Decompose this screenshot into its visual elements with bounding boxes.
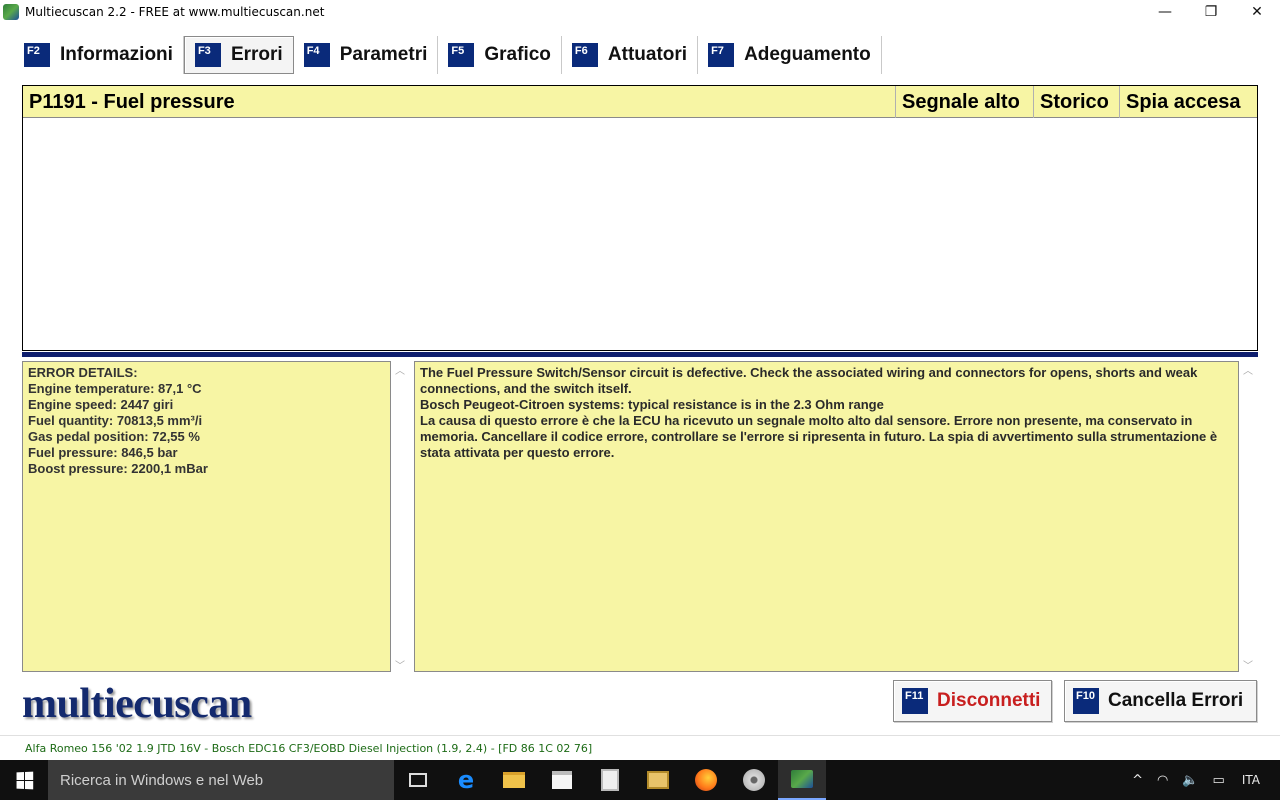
app-icon <box>3 4 19 20</box>
file-explorer-icon[interactable] <box>490 760 538 800</box>
detail-line: Boost pressure: 2200,1 mBar <box>28 461 208 476</box>
error-table: P1191 - Fuel pressure Segnale alto Stori… <box>22 85 1258 351</box>
multiecuscan-icon[interactable] <box>778 760 826 800</box>
taskbar: Ricerca in Windows e nel Web e ^ ◠ 🔈 ▭ I… <box>0 760 1280 800</box>
minimize-button[interactable]: — <box>1142 0 1188 24</box>
tab-informazioni[interactable]: F2 Informazioni <box>14 36 184 74</box>
clear-errors-label: Cancella Errori <box>1108 690 1244 711</box>
disc-icon[interactable] <box>730 760 778 800</box>
disconnect-button[interactable]: F11 Disconnetti <box>893 680 1052 722</box>
fkey-badge: F3 <box>194 43 221 67</box>
error-code-cell: P1191 - Fuel pressure <box>23 86 896 118</box>
details-heading: ERROR DETAILS: <box>28 365 138 380</box>
volume-icon[interactable]: 🔈 <box>1175 773 1205 788</box>
tab-adeguamento[interactable]: F7 Adeguamento <box>698 36 882 74</box>
detail-line: Engine speed: 2447 giri <box>28 397 174 412</box>
clear-errors-button[interactable]: F10 Cancella Errori <box>1064 680 1257 722</box>
language-indicator[interactable]: ITA <box>1232 773 1280 787</box>
system-tray: ^ ◠ 🔈 ▭ ITA <box>1125 760 1280 800</box>
fkey-badge: F7 <box>708 43 735 67</box>
description-line: La causa di questo errore è che la ECU h… <box>420 413 1218 460</box>
fkey-badge: F2 <box>24 43 50 67</box>
error-row[interactable]: P1191 - Fuel pressure Segnale alto Stori… <box>23 86 1257 118</box>
taskbar-search[interactable]: Ricerca in Windows e nel Web <box>48 760 394 800</box>
column-storico: Storico <box>1034 86 1120 118</box>
tab-parametri[interactable]: F4 Parametri <box>294 36 439 74</box>
title-bar: Multiecuscan 2.2 - FREE at www.multiecus… <box>0 0 1280 24</box>
store-icon[interactable] <box>538 760 586 800</box>
tab-label: Adeguamento <box>744 44 871 65</box>
maximize-button[interactable]: ❐ <box>1188 0 1234 24</box>
notifications-icon[interactable]: ▭ <box>1206 773 1232 788</box>
fkey-badge: F4 <box>303 43 330 67</box>
scroll-down-icon[interactable]: ﹀ <box>1243 657 1253 672</box>
column-spia-accesa: Spia accesa <box>1126 90 1241 113</box>
task-view-icon[interactable] <box>394 760 442 800</box>
tab-label: Errori <box>230 44 283 65</box>
tab-bar: F2 Informazioni F3 Errori F4 Parametri F… <box>14 36 882 74</box>
fkey-badge: F10 <box>1073 688 1099 714</box>
tab-label: Grafico <box>484 44 551 65</box>
disconnect-label: Disconnetti <box>937 690 1041 711</box>
tab-label: Informazioni <box>60 44 173 65</box>
calculator-icon[interactable] <box>586 760 634 800</box>
tab-attuatori[interactable]: F6 Attuatori <box>562 36 699 74</box>
scroll-up-icon[interactable]: ︿ <box>1243 362 1253 377</box>
close-button[interactable]: ✕ <box>1234 0 1280 24</box>
splitter[interactable] <box>22 352 1258 357</box>
description-line: The Fuel Pressure Switch/Sensor circuit … <box>420 365 1198 396</box>
error-details-panel: ERROR DETAILS: Engine temperature: 87,1 … <box>22 361 391 672</box>
scroll-up-icon[interactable]: ︿ <box>395 362 405 377</box>
window-controls: — ❐ ✕ <box>1142 0 1280 24</box>
chevron-up-icon[interactable]: ^ <box>1125 773 1150 788</box>
fkey-badge: F11 <box>902 688 928 714</box>
detail-line: Fuel pressure: 846,5 bar <box>28 445 178 460</box>
tab-label: Parametri <box>339 44 428 65</box>
edge-icon[interactable]: e <box>442 760 490 800</box>
status-bar: Alfa Romeo 156 '02 1.9 JTD 16V - Bosch E… <box>0 735 1280 760</box>
detail-line: Fuel quantity: 70813,5 mm³/i <box>28 413 203 428</box>
vehicle-status: Alfa Romeo 156 '02 1.9 JTD 16V - Bosch E… <box>25 741 593 755</box>
window-title: Multiecuscan 2.2 - FREE at www.multiecus… <box>25 5 325 19</box>
fkey-badge: F5 <box>448 43 475 67</box>
detail-line: Engine temperature: 87,1 °C <box>28 381 202 396</box>
network-icon[interactable]: ◠ <box>1150 773 1175 788</box>
tab-grafico[interactable]: F5 Grafico <box>438 36 562 74</box>
fkey-badge: F6 <box>571 43 598 67</box>
scroll-down-icon[interactable]: ﹀ <box>395 657 405 672</box>
start-button[interactable] <box>0 760 48 800</box>
tab-errori[interactable]: F3 Errori <box>183 36 294 74</box>
windows-logo-icon <box>16 771 33 789</box>
column-segnale-alto: Segnale alto <box>896 86 1034 118</box>
description-line: Bosch Peugeot-Citroen systems: typical r… <box>420 397 884 412</box>
detail-line: Gas pedal position: 72,55 % <box>28 429 200 444</box>
error-description-panel: The Fuel Pressure Switch/Sensor circuit … <box>414 361 1239 672</box>
details-scrollbar[interactable]: ︿ ﹀ <box>392 362 408 672</box>
tab-label: Attuatori <box>607 44 688 65</box>
firefox-icon[interactable] <box>682 760 730 800</box>
description-scrollbar[interactable]: ︿ ﹀ <box>1240 362 1256 672</box>
media-player-icon[interactable] <box>634 760 682 800</box>
multiecuscan-logo: multiecuscan <box>22 681 252 727</box>
